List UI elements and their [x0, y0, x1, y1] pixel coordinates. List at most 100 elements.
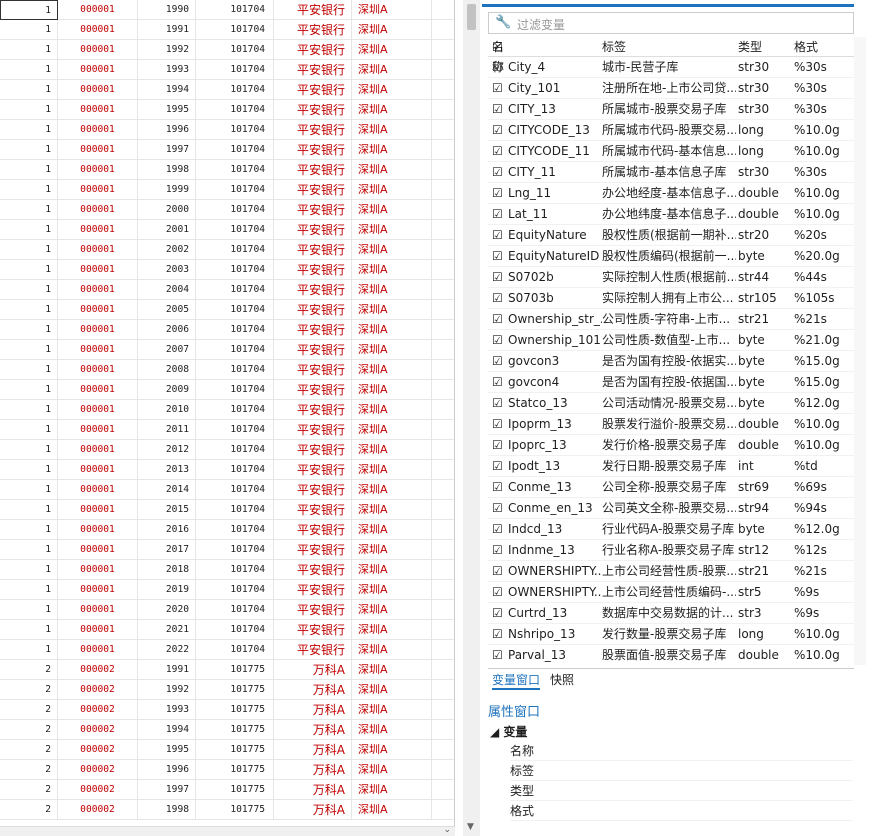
- cell-stock-name[interactable]: 平安银行: [274, 440, 352, 460]
- cell-year[interactable]: 1992: [138, 680, 196, 700]
- cell-stock-name[interactable]: 万科A: [274, 680, 352, 700]
- cell-id[interactable]: 1: [0, 420, 58, 440]
- variable-row[interactable]: ☑ CITY_13 所属城市-股票交易子库 str30 %30s: [488, 99, 854, 120]
- cell-industry[interactable]: 101704: [196, 40, 274, 60]
- cell-year[interactable]: 1995: [138, 100, 196, 120]
- cell-stock-name[interactable]: 平安银行: [274, 500, 352, 520]
- cell-stock-name[interactable]: 平安银行: [274, 200, 352, 220]
- cell-id[interactable]: 1: [0, 280, 58, 300]
- cell-industry[interactable]: 101704: [196, 280, 274, 300]
- table-row[interactable]: 1 000001 2010 101704 平安银行 深圳A: [0, 400, 454, 420]
- cell-year[interactable]: 1994: [138, 720, 196, 740]
- wrench-icon[interactable]: 🔧: [495, 15, 511, 30]
- variable-row[interactable]: ☑ EquityNature 股权性质(根据前一期补... str20 %20s: [488, 225, 854, 246]
- cell-year[interactable]: 2022: [138, 640, 196, 660]
- cell-id[interactable]: 2: [0, 780, 58, 800]
- cell-market[interactable]: 深圳A: [352, 500, 432, 520]
- table-row[interactable]: 1 000001 1999 101704 平安银行 深圳A: [0, 180, 454, 200]
- cell-market[interactable]: 深圳A: [352, 120, 432, 140]
- cell-industry[interactable]: 101704: [196, 240, 274, 260]
- cell-industry[interactable]: 101704: [196, 140, 274, 160]
- cell-id[interactable]: 1: [0, 60, 58, 80]
- cell-year[interactable]: 2018: [138, 560, 196, 580]
- cell-stock-name[interactable]: 平安银行: [274, 0, 352, 20]
- variable-checkbox[interactable]: ☑: [492, 162, 506, 183]
- table-row[interactable]: 2 000002 1996 101775 万科A 深圳A: [0, 760, 454, 780]
- cell-industry[interactable]: 101704: [196, 340, 274, 360]
- cell-year[interactable]: 2014: [138, 480, 196, 500]
- variable-checkbox[interactable]: ☑: [492, 309, 506, 330]
- cell-market[interactable]: 深圳A: [352, 660, 432, 680]
- cell-id[interactable]: 1: [0, 620, 58, 640]
- table-row[interactable]: 1 000001 2002 101704 平安银行 深圳A: [0, 240, 454, 260]
- table-row[interactable]: 1 000001 1991 101704 平安银行 深圳A: [0, 20, 454, 40]
- cell-stock-name[interactable]: 平安银行: [274, 220, 352, 240]
- table-row[interactable]: 1 000001 1990 101704 平安银行 深圳A: [0, 0, 454, 20]
- table-row[interactable]: 1 000001 2003 101704 平安银行 深圳A: [0, 260, 454, 280]
- cell-year[interactable]: 2003: [138, 260, 196, 280]
- cell-year[interactable]: 1996: [138, 120, 196, 140]
- cell-stock-code[interactable]: 000001: [58, 60, 138, 80]
- table-row[interactable]: 2 000002 1995 101775 万科A 深圳A: [0, 740, 454, 760]
- variable-checkbox[interactable]: ☑: [492, 498, 506, 519]
- cell-industry[interactable]: 101704: [196, 20, 274, 40]
- variable-checkbox[interactable]: ☑: [492, 99, 506, 120]
- cell-stock-name[interactable]: 平安银行: [274, 240, 352, 260]
- cell-stock-name[interactable]: 平安银行: [274, 320, 352, 340]
- cell-market[interactable]: 深圳A: [352, 680, 432, 700]
- table-row[interactable]: 2 000002 1991 101775 万科A 深圳A: [0, 660, 454, 680]
- cell-market[interactable]: 深圳A: [352, 800, 432, 820]
- cell-stock-code[interactable]: 000001: [58, 600, 138, 620]
- cell-stock-name[interactable]: 平安银行: [274, 100, 352, 120]
- cell-industry[interactable]: 101704: [196, 480, 274, 500]
- cell-industry[interactable]: 101704: [196, 640, 274, 660]
- variable-checkbox[interactable]: ☑: [492, 183, 506, 204]
- table-row[interactable]: 1 000001 2004 101704 平安银行 深圳A: [0, 280, 454, 300]
- cell-industry[interactable]: 101704: [196, 500, 274, 520]
- cell-id[interactable]: 1: [0, 120, 58, 140]
- table-row[interactable]: 1 000001 1993 101704 平安银行 深圳A: [0, 60, 454, 80]
- cell-industry[interactable]: 101775: [196, 800, 274, 820]
- cell-market[interactable]: 深圳A: [352, 20, 432, 40]
- cell-stock-name[interactable]: 万科A: [274, 740, 352, 760]
- chevron-down-icon[interactable]: ⌄: [443, 825, 451, 835]
- header-format[interactable]: 格式: [794, 37, 818, 57]
- variable-checkbox[interactable]: ☑: [492, 561, 506, 582]
- cell-stock-name[interactable]: 平安银行: [274, 480, 352, 500]
- cell-id[interactable]: 1: [0, 480, 58, 500]
- table-row[interactable]: 1 000001 2021 101704 平安银行 深圳A: [0, 620, 454, 640]
- cell-stock-name[interactable]: 平安银行: [274, 260, 352, 280]
- table-row[interactable]: 1 000001 2017 101704 平安银行 深圳A: [0, 540, 454, 560]
- cell-market[interactable]: 深圳A: [352, 580, 432, 600]
- variable-row[interactable]: ☑ Parval_13 股票面值-股票交易子库 double %10.0g: [488, 645, 854, 665]
- cell-industry[interactable]: 101775: [196, 680, 274, 700]
- cell-stock-name[interactable]: 万科A: [274, 720, 352, 740]
- cell-id[interactable]: 1: [0, 80, 58, 100]
- cell-id[interactable]: 1: [0, 400, 58, 420]
- cell-year[interactable]: 2005: [138, 300, 196, 320]
- cell-stock-name[interactable]: 平安银行: [274, 140, 352, 160]
- cell-year[interactable]: 1990: [138, 0, 196, 20]
- variable-checkbox[interactable]: ☑: [492, 288, 506, 309]
- cell-stock-code[interactable]: 000001: [58, 80, 138, 100]
- table-row[interactable]: 2 000002 1998 101775 万科A 深圳A: [0, 800, 454, 820]
- variable-row[interactable]: ☑ Lng_11 办公地经度-基本信息子... double %10.0g: [488, 183, 854, 204]
- cell-year[interactable]: 1996: [138, 760, 196, 780]
- cell-industry[interactable]: 101704: [196, 620, 274, 640]
- cell-market[interactable]: 深圳A: [352, 440, 432, 460]
- cell-year[interactable]: 2011: [138, 420, 196, 440]
- cell-stock-name[interactable]: 平安银行: [274, 640, 352, 660]
- cell-market[interactable]: 深圳A: [352, 220, 432, 240]
- cell-stock-name[interactable]: 平安银行: [274, 620, 352, 640]
- cell-stock-code[interactable]: 000001: [58, 200, 138, 220]
- variable-checkbox[interactable]: ☑: [492, 603, 506, 624]
- table-row[interactable]: 1 000001 2008 101704 平安银行 深圳A: [0, 360, 454, 380]
- cell-industry[interactable]: 101704: [196, 60, 274, 80]
- cell-year[interactable]: 2010: [138, 400, 196, 420]
- variables-list[interactable]: ☑ City_4 城市-民营子库 str30 %30s ☑ City_101 注册所在地-上市…: [482, 57, 854, 665]
- cell-stock-code[interactable]: 000001: [58, 220, 138, 240]
- cell-id[interactable]: 1: [0, 360, 58, 380]
- cell-market[interactable]: 深圳A: [352, 460, 432, 480]
- cell-year[interactable]: 1992: [138, 40, 196, 60]
- cell-stock-code[interactable]: 000001: [58, 320, 138, 340]
